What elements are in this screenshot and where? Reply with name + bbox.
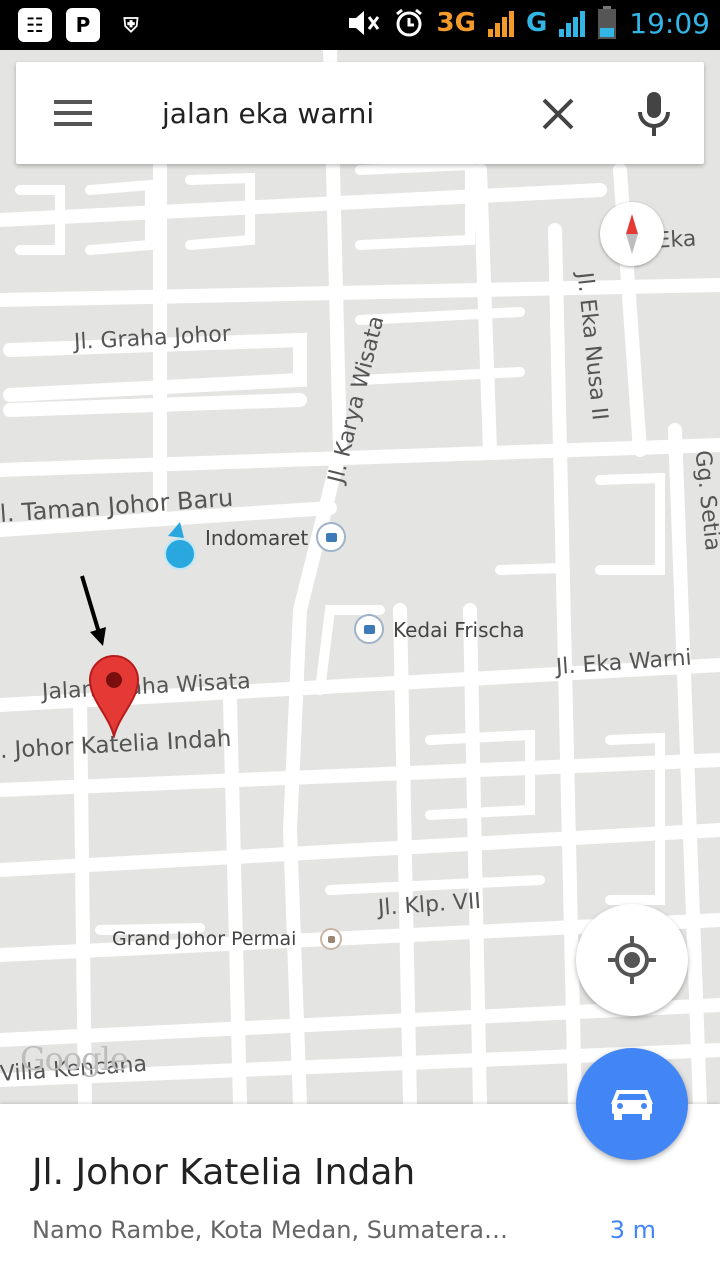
mute-icon bbox=[348, 11, 379, 35]
shield-icon: ⛨ bbox=[123, 13, 139, 37]
my-location-button[interactable] bbox=[576, 904, 688, 1016]
hamburger-line bbox=[54, 122, 92, 126]
place-distance: 3 m bbox=[609, 1216, 656, 1244]
annotation-arrow-icon bbox=[80, 575, 106, 646]
network-3g-label: 3G bbox=[436, 8, 476, 38]
clock: 19:09 bbox=[629, 6, 710, 40]
poi-label: Grand Johor Permai bbox=[112, 928, 297, 950]
menu-button[interactable] bbox=[54, 100, 92, 126]
crosshair-icon bbox=[608, 936, 656, 984]
car-icon bbox=[611, 1090, 653, 1120]
my-location-icon[interactable] bbox=[160, 518, 200, 578]
shop-icon[interactable] bbox=[316, 522, 346, 552]
poi-label: Indomaret bbox=[205, 526, 309, 550]
network-g-label: G bbox=[525, 8, 548, 38]
close-icon[interactable] bbox=[538, 94, 578, 134]
search-bar bbox=[16, 62, 704, 164]
battery-icon bbox=[598, 6, 617, 39]
notification-icons: ☷ P ⛨ bbox=[18, 8, 148, 42]
hamburger-icon bbox=[54, 100, 92, 104]
search-input[interactable] bbox=[162, 90, 522, 136]
destination-pin-icon[interactable] bbox=[88, 654, 140, 738]
compass-icon bbox=[626, 214, 638, 254]
signal-icon-2 bbox=[559, 9, 586, 37]
directions-button[interactable] bbox=[576, 1048, 688, 1160]
poi-label: Kedai Frischa bbox=[393, 618, 525, 642]
signal-icon bbox=[487, 9, 514, 37]
google-logo: Google bbox=[20, 1040, 129, 1078]
place-title: Jl. Johor Katelia Indah bbox=[32, 1152, 416, 1193]
system-icons: 3G G 19:09 bbox=[347, 6, 710, 40]
compass-button[interactable] bbox=[600, 202, 664, 266]
microphone-icon[interactable] bbox=[634, 90, 674, 138]
pinterest-icon: P bbox=[66, 8, 100, 42]
hamburger-line bbox=[54, 111, 92, 115]
bbm-icon: ☷ bbox=[18, 8, 52, 42]
alarm-icon bbox=[395, 8, 422, 37]
shop-icon[interactable] bbox=[354, 614, 384, 644]
status-bar: ☷ P ⛨ 3G G 19:09 bbox=[0, 0, 720, 50]
place-icon[interactable] bbox=[320, 928, 342, 950]
place-address: Namo Rambe, Kota Medan, Sumatera… bbox=[32, 1216, 508, 1244]
